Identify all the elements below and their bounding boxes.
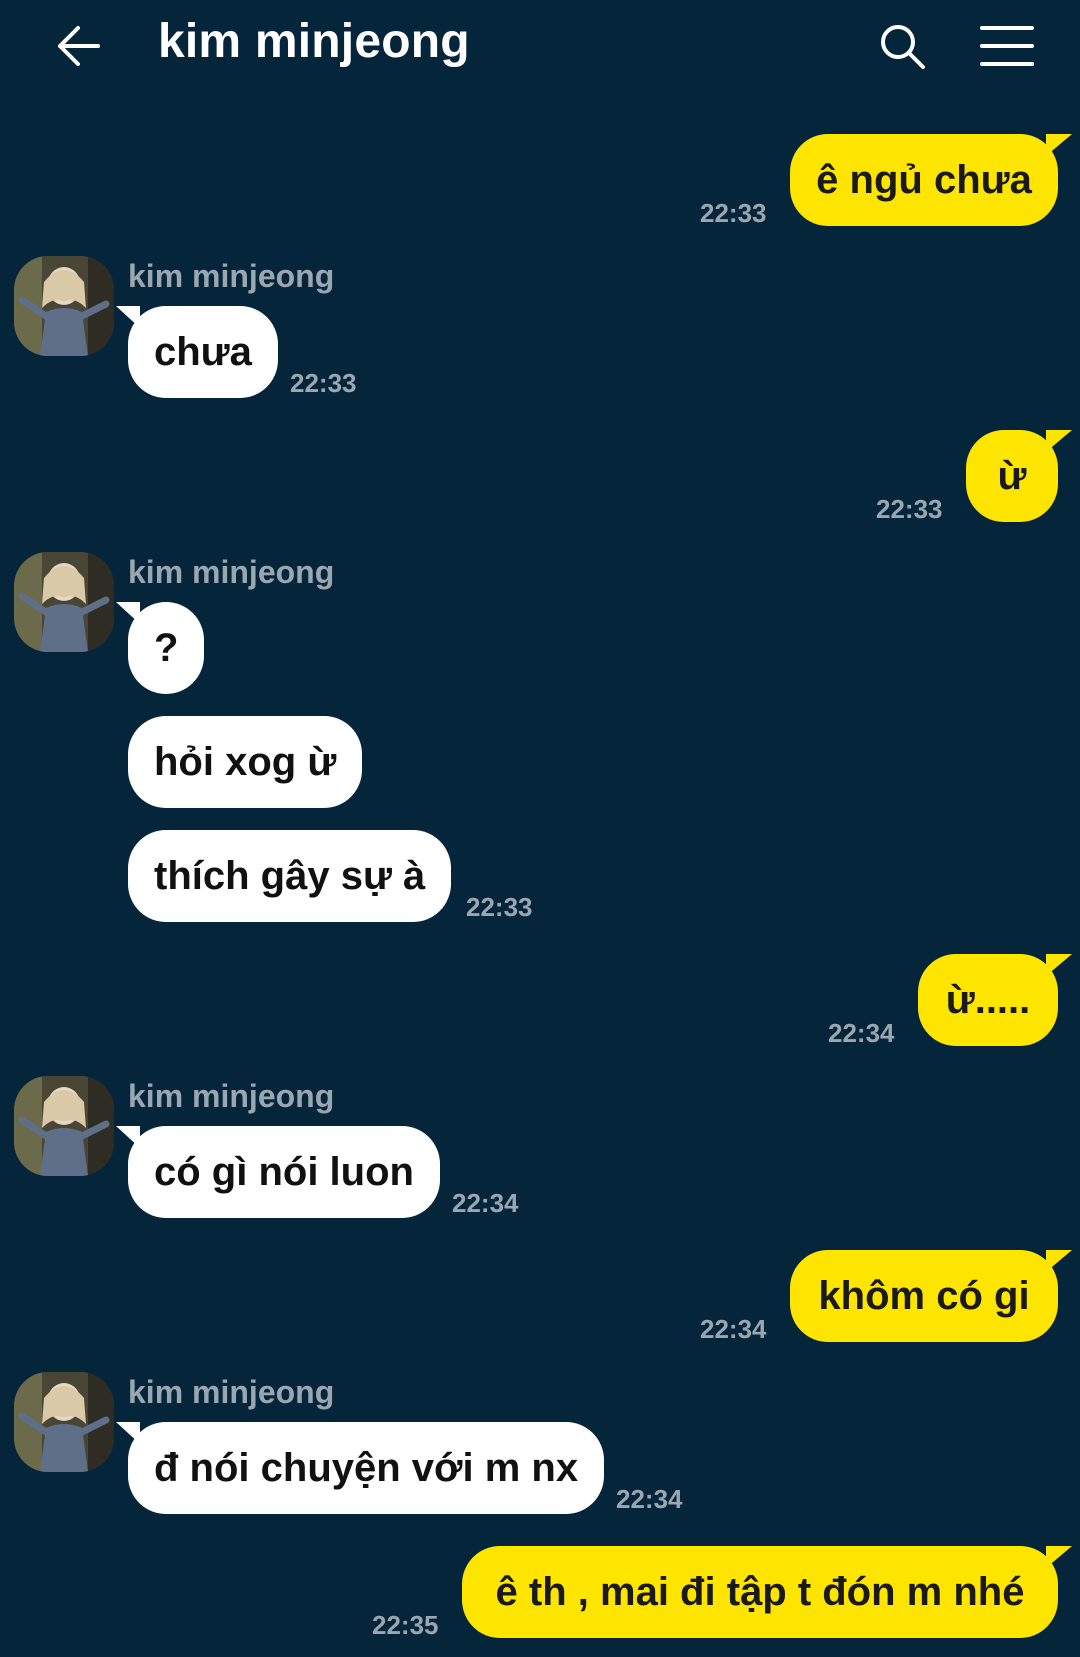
sender-name: kim minjeong (128, 258, 335, 294)
search-icon (881, 25, 925, 69)
sender-name: kim minjeong (128, 1374, 335, 1410)
message-text: ê ngủ chưa (816, 157, 1032, 202)
contact-avatar[interactable] (14, 1372, 114, 1472)
search-button[interactable] (872, 16, 932, 76)
chat-header: kim minjeong (0, 0, 1080, 96)
outgoing-message-bubble[interactable]: ê th , mai đi tập t đón m nhé (462, 1546, 1072, 1638)
message-timestamp: 22:33 (700, 198, 767, 228)
message-text: có gì nói luon (154, 1149, 414, 1194)
message-text: đ nói chuyện với m nx (154, 1445, 579, 1490)
incoming-message-bubble[interactable]: hỏi xog ừ (128, 716, 363, 808)
sender-name: kim minjeong (128, 554, 335, 590)
message-text: ừ (997, 453, 1027, 498)
avatar-photo (14, 1372, 114, 1472)
avatar-photo (14, 552, 114, 652)
message-text: ? (154, 625, 179, 670)
message-text: khôm có gi (818, 1273, 1030, 1318)
message-text: thích gây sự à (154, 853, 426, 898)
message-timestamp: 22:33 (466, 892, 533, 922)
outgoing-message-bubble[interactable]: ừ..... (918, 954, 1072, 1046)
message-timestamp: 22:33 (876, 494, 943, 524)
contact-avatar[interactable] (14, 256, 114, 356)
message-timestamp: 22:34 (452, 1188, 519, 1218)
outgoing-message-bubble[interactable]: ê ngủ chưa (790, 134, 1072, 226)
back-button[interactable] (50, 18, 106, 74)
message-text: ừ..... (945, 977, 1031, 1022)
hamburger-menu-icon (980, 26, 1034, 66)
contact-avatar[interactable] (14, 552, 114, 652)
menu-button[interactable] (975, 16, 1039, 76)
avatar-photo (14, 256, 114, 356)
arrow-left-icon (58, 26, 100, 66)
chat-title: kim minjeong (158, 15, 470, 68)
outgoing-message-bubble[interactable]: khôm có gi (790, 1250, 1072, 1342)
contact-avatar[interactable] (14, 1076, 114, 1176)
incoming-message-bubble[interactable]: có gì nói luon (116, 1126, 440, 1218)
message-timestamp: 22:35 (372, 1610, 439, 1640)
message-timestamp: 22:34 (828, 1018, 895, 1048)
message-timestamp: 22:33 (290, 368, 357, 398)
message-text: hỏi xog ừ (154, 739, 337, 784)
message-timestamp: 22:34 (616, 1484, 683, 1514)
incoming-message-bubble[interactable]: đ nói chuyện với m nx (116, 1422, 605, 1514)
outgoing-message-bubble[interactable]: ừ (966, 430, 1072, 522)
sender-name: kim minjeong (128, 1078, 335, 1114)
avatar-photo (14, 1076, 114, 1176)
message-timestamp: 22:34 (700, 1314, 767, 1344)
incoming-message-bubble[interactable]: ? (116, 602, 205, 694)
incoming-message-bubble[interactable]: thích gây sự à (128, 830, 452, 922)
incoming-message-bubble[interactable]: chưa (116, 306, 278, 398)
message-text: chưa (154, 329, 252, 374)
message-text: ê th , mai đi tập t đón m nhé (495, 1569, 1025, 1614)
